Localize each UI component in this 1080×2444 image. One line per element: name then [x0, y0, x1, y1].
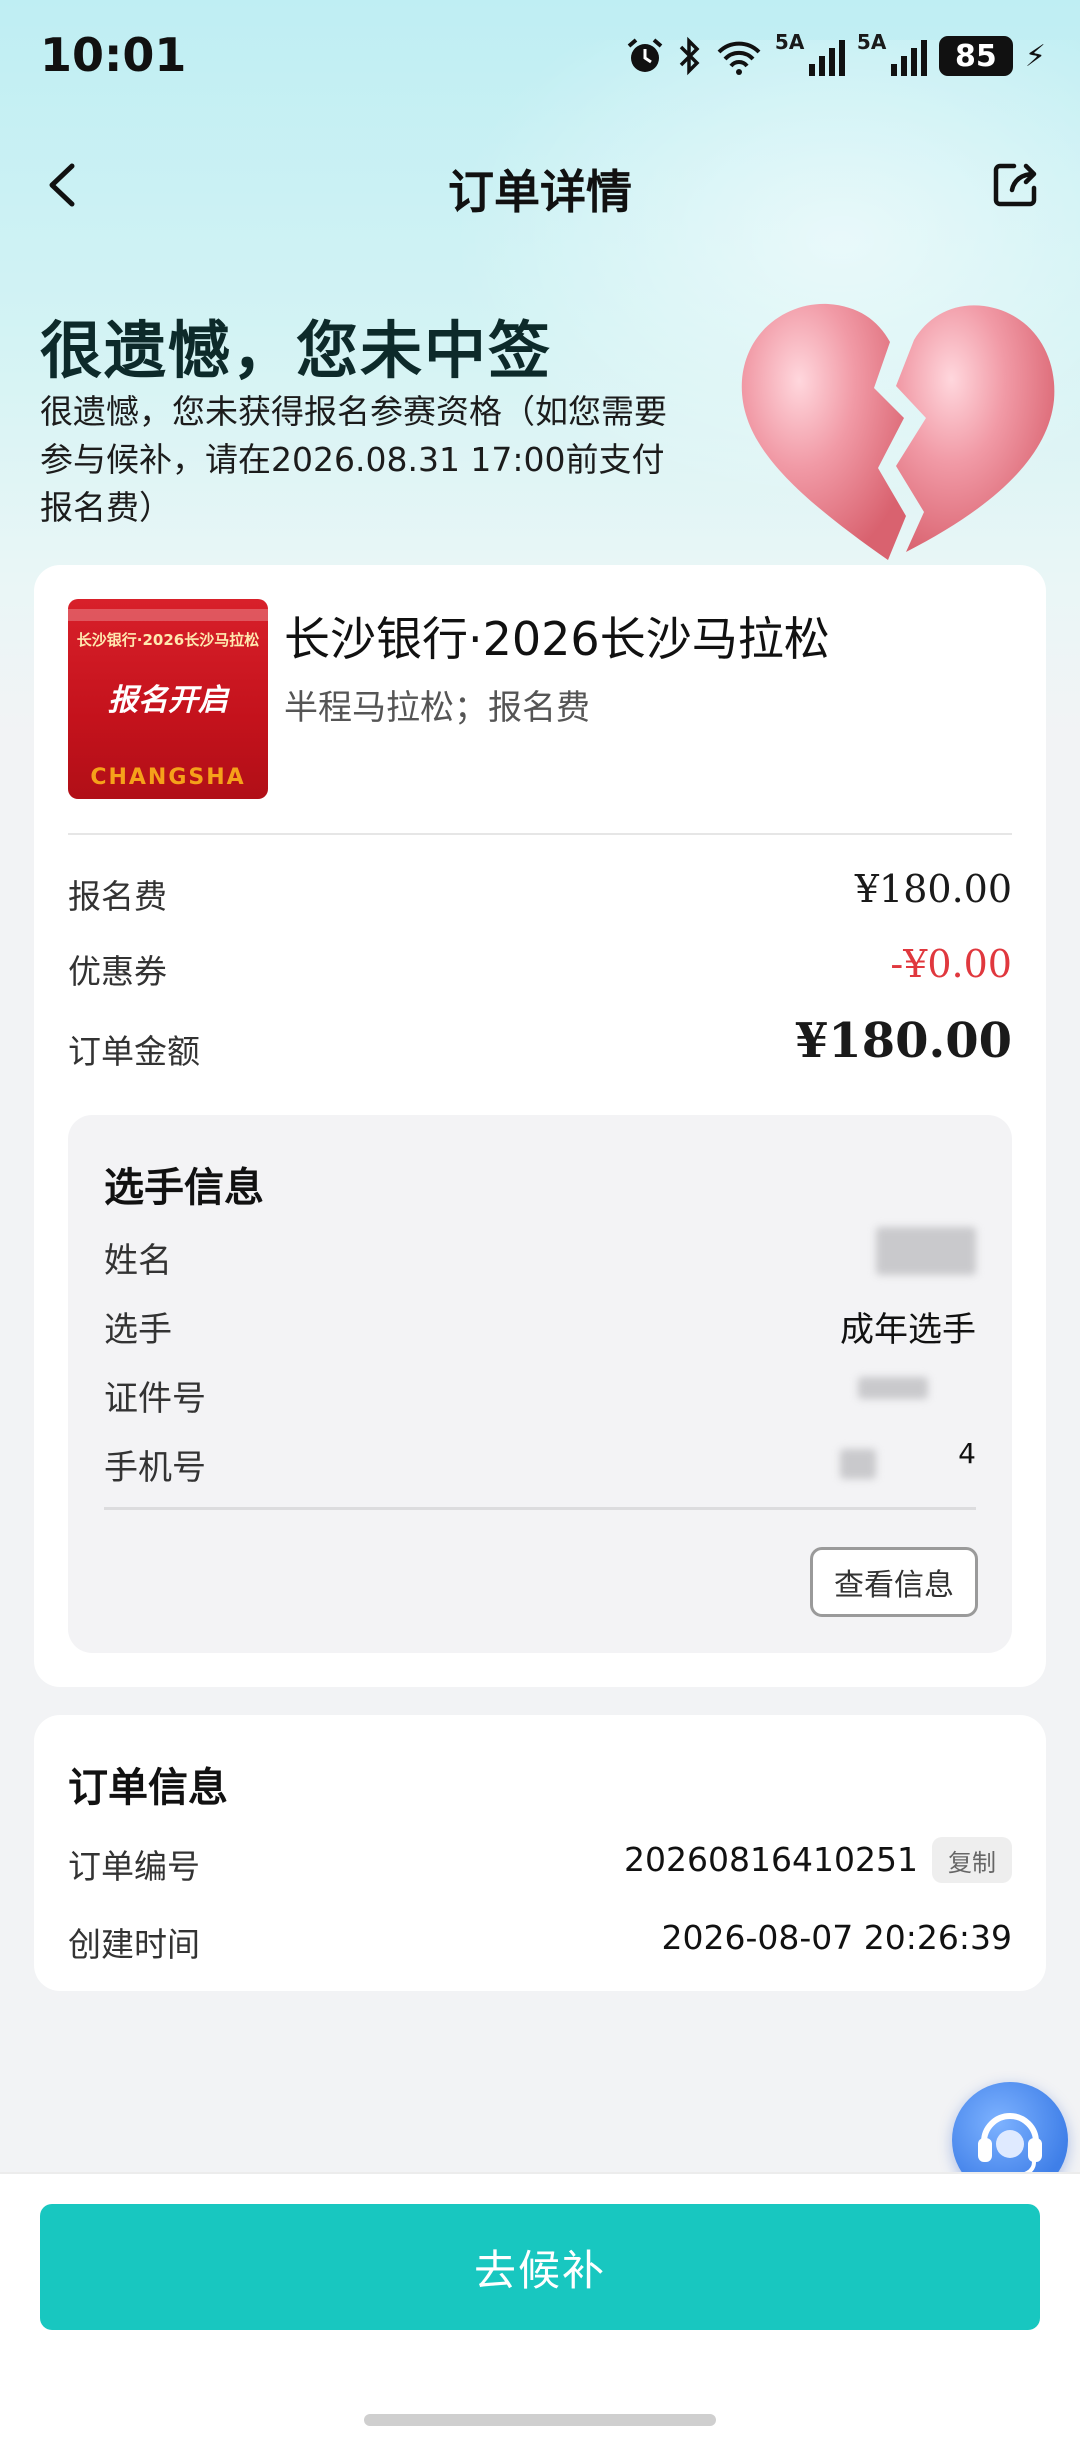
phone-label: 手机号	[104, 1448, 206, 1488]
signal-label-2: 5A	[856, 30, 887, 54]
order-info-title: 订单信息	[68, 1765, 228, 1811]
status-time: 10:01	[40, 28, 187, 82]
signal-strength-icon-1: 5A	[775, 30, 845, 76]
player-name-label: 姓名	[104, 1241, 172, 1281]
player-divider	[104, 1507, 976, 1510]
coupon-label: 优惠券	[68, 952, 167, 991]
thumbnail-headline: 报名开启	[108, 683, 228, 718]
player-name-redacted	[876, 1227, 976, 1275]
coupon-value: -¥0.00	[890, 942, 1012, 986]
wifi-icon	[715, 36, 763, 76]
signal-strength-icon-2: 5A	[857, 30, 927, 76]
created-time-value: 2026-08-07 20:26:39	[661, 1918, 1012, 1957]
nav-bar: 订单详情	[0, 140, 1080, 230]
share-icon	[993, 163, 1037, 207]
order-total-value: ¥180.00	[794, 1013, 1012, 1069]
player-info-panel: 选手信息 姓名 选手 成年选手 证件号 手机号 4 查看信息	[68, 1115, 1012, 1653]
page-title: 订单详情	[448, 165, 632, 219]
order-info-card: 订单信息 订单编号 20260816410251 复制 创建时间 2026-08…	[34, 1715, 1046, 1991]
status-icons: 5A 5A 85 ⚡	[625, 30, 1046, 82]
order-number-label: 订单编号	[68, 1847, 200, 1886]
copy-order-number-button[interactable]: 复制	[932, 1837, 1012, 1883]
view-info-button[interactable]: 查看信息	[810, 1547, 978, 1617]
status-bar: 10:01 5A 5A 85 ⚡	[0, 0, 1080, 110]
battery-icon: 85	[938, 36, 1013, 76]
home-indicator[interactable]	[364, 2414, 716, 2426]
phone-redacted	[840, 1449, 876, 1479]
player-type-value: 成年选手	[840, 1310, 976, 1350]
phone-partial: 4	[958, 1437, 976, 1470]
thumbnail-banner: 长沙银行·2026长沙马拉松	[76, 631, 260, 649]
divider	[68, 833, 1012, 835]
alarm-icon	[625, 36, 665, 76]
result-description: 很遗憾，您未获得报名参赛资格（如您需要参与候补，请在2026.08.31 17:…	[40, 392, 667, 527]
charging-icon: ⚡	[1024, 38, 1046, 74]
entry-fee-label: 报名费	[68, 877, 167, 916]
event-name: 长沙银行·2026长沙马拉松	[284, 612, 830, 666]
id-number-label: 证件号	[104, 1379, 206, 1419]
result-title: 很遗憾，您未中签	[40, 314, 553, 387]
go-waitlist-button[interactable]: 去候补	[40, 2204, 1040, 2330]
bluetooth-icon	[677, 36, 703, 76]
entry-fee-value: ¥180.00	[854, 867, 1012, 911]
event-card: 长沙银行·2026长沙马拉松 报名开启 CHANGSHA 长沙银行·2026长沙…	[34, 565, 1046, 1687]
broken-heart-icon	[728, 290, 1068, 580]
bottom-action-bar: 去候补	[0, 2172, 1080, 2444]
player-type-label: 选手	[104, 1310, 172, 1350]
created-time-label: 创建时间	[68, 1925, 200, 1964]
order-total-label: 订单金额	[68, 1032, 200, 1071]
event-thumbnail[interactable]: 长沙银行·2026长沙马拉松 报名开启 CHANGSHA	[68, 599, 268, 799]
id-number-redacted	[858, 1377, 928, 1399]
event-subtitle: 半程马拉松；报名费	[284, 688, 590, 728]
player-info-title: 选手信息	[104, 1165, 264, 1211]
share-button[interactable]	[988, 156, 1044, 212]
thumbnail-footer: CHANGSHA	[90, 765, 246, 790]
order-number-value: 20260816410251	[624, 1840, 918, 1879]
signal-label-1: 5A	[774, 30, 805, 54]
